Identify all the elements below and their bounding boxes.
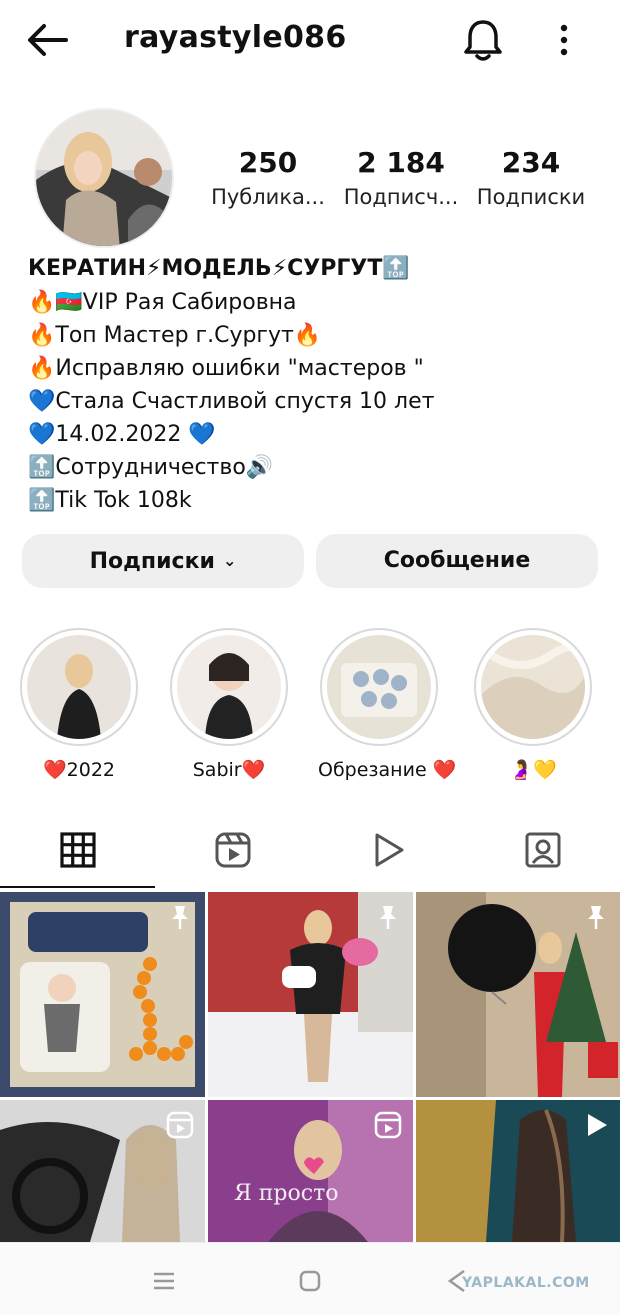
pin-icon (380, 906, 396, 929)
highlight-cover (20, 628, 138, 746)
pin-icon (588, 906, 604, 929)
video-play-icon (588, 1114, 607, 1136)
reel-icon (374, 1111, 402, 1139)
highlight-label: Обрезание ❤️ (318, 759, 457, 781)
tab-grid[interactable] (0, 822, 155, 890)
following-label: Подписки (476, 185, 586, 209)
followers-label: Подписч... (343, 185, 459, 209)
posts-count: 250 (238, 146, 298, 179)
followers-count: 2 184 (357, 146, 445, 179)
tab-tagged[interactable] (465, 822, 620, 890)
post-thumbnail[interactable] (0, 1100, 205, 1242)
active-tab-indicator (0, 886, 155, 888)
story-highlight[interactable]: ❤️2022 (18, 628, 140, 781)
bell-icon[interactable] (462, 18, 504, 62)
message-button-label: Сообщение (383, 548, 531, 573)
posts-label: Публика... (211, 185, 325, 209)
followers-stat[interactable]: 2 184 Подписч... (338, 146, 464, 209)
bio-line: 🔝Tik Tok 108k (28, 488, 192, 513)
svg-text:Я просто: Я просто (234, 1181, 339, 1206)
story-highlight[interactable]: Sabir❤️ (168, 628, 290, 781)
home-icon[interactable] (296, 1267, 324, 1295)
bio-line: 💙Стала Счастливой спустя 10 лет (28, 389, 435, 414)
posts-stat[interactable]: 250 Публика... (206, 146, 330, 209)
following-button[interactable]: Подписки ⌄ (22, 534, 304, 588)
chevron-down-icon: ⌄ (222, 551, 237, 570)
following-stat[interactable]: 234 Подписки (470, 146, 592, 209)
highlight-cover (474, 628, 592, 746)
bio-title: КЕРАТИН⚡МОДЕЛЬ⚡СУРГУТ🔝 (28, 256, 410, 281)
reels-icon (215, 832, 251, 868)
recent-apps-icon[interactable] (150, 1267, 178, 1295)
tab-reels[interactable] (155, 822, 310, 890)
message-button[interactable]: Сообщение (316, 534, 598, 588)
play-icon (375, 833, 404, 867)
tagged-person-icon (525, 832, 561, 868)
back-arrow-icon[interactable] (26, 22, 70, 58)
highlight-label: ❤️2022 (42, 759, 115, 781)
post-thumbnail[interactable] (416, 892, 620, 1097)
bio-line: 🔥🇦🇿VIP Рая Сабировна (28, 290, 297, 315)
highlight-label: 🤰💛 (509, 759, 557, 781)
following-button-label: Подписки (89, 549, 215, 574)
post-thumbnail[interactable]: Я просто (208, 1100, 413, 1242)
bio-line: 🔝Сотрудничество🔊 (28, 455, 274, 480)
bio-line: 🔥Исправляю ошибки "мастеров " (28, 356, 424, 381)
grid-icon (60, 832, 96, 868)
bio-line: 💙14.02.2022 💙 (28, 422, 216, 447)
pin-icon (172, 906, 188, 929)
highlight-label: Sabir❤️ (192, 759, 266, 781)
profile-bio: КЕРАТИН⚡МОДЕЛЬ⚡СУРГУТ🔝 🔥🇦🇿VIP Рая Сабиро… (28, 252, 608, 517)
post-thumbnail[interactable] (208, 892, 413, 1097)
story-highlight[interactable]: Обрезание ❤️ (318, 628, 457, 781)
profile-username: rayastyle086 (124, 20, 347, 55)
profile-header: rayastyle086 (0, 0, 620, 82)
highlight-cover (170, 628, 288, 746)
watermark: YAPLAKAL.COM (462, 1275, 590, 1291)
post-thumbnail[interactable] (0, 892, 205, 1097)
more-options-icon[interactable] (552, 20, 576, 60)
tab-videos[interactable] (310, 822, 465, 890)
bio-line: 🔥Топ Мастер г.Сургут🔥 (28, 323, 322, 348)
highlight-cover (320, 628, 438, 746)
following-count: 234 (501, 146, 561, 179)
profile-avatar[interactable] (34, 108, 174, 248)
post-thumbnail[interactable] (416, 1100, 620, 1242)
reel-icon (166, 1111, 194, 1139)
story-highlight[interactable]: 🤰💛 (472, 628, 594, 781)
